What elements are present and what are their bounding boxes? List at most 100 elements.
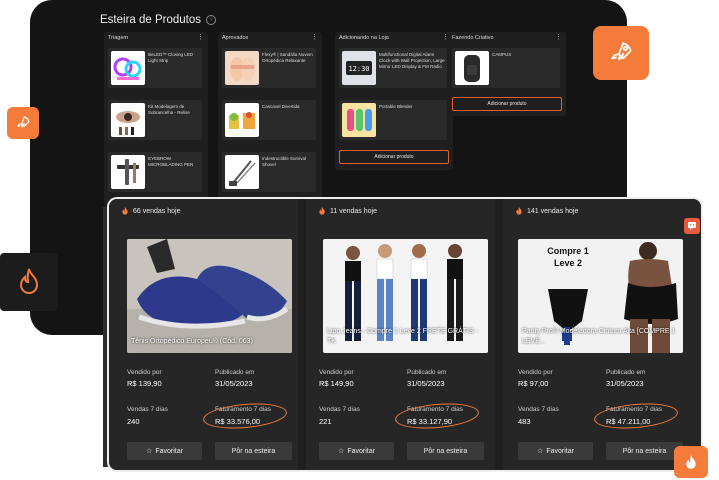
card-title: Multifunctional Digital Alarm Clock with… <box>379 52 445 69</box>
column-title: Triagem <box>108 35 128 41</box>
column-header: Triagem ⋮ <box>108 34 204 41</box>
board-card[interactable]: Indestructible Survival Shovel <box>222 152 316 192</box>
card-title: EYEBROW MICROBLADING PEN <box>148 156 194 167</box>
chat-button[interactable] <box>684 218 700 234</box>
sales-today: 66 vendas hoje <box>121 206 180 216</box>
info-icon[interactable]: i <box>206 15 217 25</box>
column-aprovados: Aprovados ⋮ Flexy® | Sandália Nuvem Orto… <box>218 32 322 212</box>
product-image[interactable]: Lipo Jeans - Compre 1 Leve 2 FRETE GRÁTI… <box>323 239 488 353</box>
product-window: 66 vendas hoje Tênis Ortopédico Europeu®… <box>109 199 701 470</box>
fire-icon <box>319 206 325 215</box>
product-card[interactable]: 66 vendas hoje Tênis Ortopédico Europeu®… <box>109 199 298 470</box>
product-name: Lipo Jeans - Compre 1 Leve 2 FRETE GRÁTI… <box>327 328 478 345</box>
product-thumbnail <box>111 51 145 85</box>
card-title: Flexy® | Sandália Nuvem Ortopédica Relax… <box>262 52 313 63</box>
sales7-value: 221 <box>319 417 332 426</box>
card-title: Kit Modelagem de Sobrancelha - Relise <box>148 104 190 115</box>
fire-icon <box>122 206 128 215</box>
sales7-value: 240 <box>127 417 140 426</box>
sales-today: 11 vendas hoje <box>318 206 377 216</box>
published-value: 31/05/2023 <box>606 379 644 388</box>
sales7-label: Vendas 7 dias <box>127 406 168 413</box>
favorite-label: Favoritar <box>347 447 375 455</box>
rocket-icon <box>611 42 632 61</box>
column-fazendo-criativo: Fazendo Criativo ⋮ CAMPUS Adicionar prod… <box>448 32 566 116</box>
board-title-text: Esteira de Produtos <box>100 14 202 26</box>
favorite-button[interactable]: ☆ Favoritar <box>127 442 202 460</box>
sold-by-label: Vendido por <box>518 369 553 376</box>
board-card[interactable]: 12:30 Multifunctional Digital Alarm Cloc… <box>339 48 447 88</box>
star-icon: ☆ <box>338 448 345 455</box>
card-title: BeLED™ Closing LED Light Strip <box>148 52 194 63</box>
kebab-icon[interactable]: ⋮ <box>555 34 562 41</box>
product-image[interactable]: Compre 1 Leve 2 Panty Pro® Modeladora Ci… <box>518 239 683 353</box>
published-label: Publicado em <box>407 369 447 376</box>
product-card[interactable]: 141 vendas hoje Compre 1 Leve 2 Panty Pr… <box>503 199 701 470</box>
fire-icon <box>686 454 696 469</box>
column-triagem: Triagem ⋮ BeLED™ Closing LED Light Strip… <box>104 32 208 212</box>
column-adicionando: Adicionando na Loja ⋮ 12:30 Multifunctio… <box>335 32 453 170</box>
product-thumbnail <box>225 155 259 189</box>
rocket-badge <box>593 26 649 80</box>
product-thumbnail <box>455 51 489 85</box>
column-title: Aprovados <box>222 35 249 41</box>
product-thumbnail: 12:30 <box>342 51 376 85</box>
kebab-icon[interactable]: ⋮ <box>311 34 318 41</box>
kebab-icon[interactable]: ⋮ <box>197 34 204 41</box>
sold-by-label: Vendido por <box>127 369 162 376</box>
column-header: Aprovados ⋮ <box>222 34 318 41</box>
column-header: Fazendo Criativo ⋮ <box>452 34 562 41</box>
board-card[interactable]: Kit Modelagem de Sobrancelha - Relise <box>108 100 202 140</box>
product-thumbnail <box>342 103 376 137</box>
add-to-belt-button[interactable]: Pôr na esteira <box>606 442 683 460</box>
column-title: Fazendo Criativo <box>452 35 494 41</box>
sales-today-text: 11 vendas hoje <box>330 207 377 215</box>
rocket-icon <box>17 116 30 128</box>
star-icon: ☆ <box>146 448 153 455</box>
image-promo-text: Compre 1 Leve 2 <box>547 246 589 268</box>
star-icon: ☆ <box>537 448 544 455</box>
product-image[interactable]: Tênis Ortopédico Europeu® (Cód. 063) <box>127 239 292 353</box>
add-to-belt-button[interactable]: Pôr na esteira <box>215 442 292 460</box>
sales-today-text: 66 vendas hoje <box>133 207 181 215</box>
favorite-label: Favoritar <box>155 447 183 455</box>
favorite-button[interactable]: ☆ Favoritar <box>518 442 593 460</box>
product-thumbnail <box>225 51 259 85</box>
product-thumbnail <box>111 103 145 137</box>
board-card[interactable]: Flexy® | Sandália Nuvem Ortopédica Relax… <box>222 48 316 88</box>
add-to-belt-button[interactable]: Pôr na esteira <box>407 442 484 460</box>
card-title: Portable Blender <box>379 104 413 109</box>
board-card[interactable]: EYEBROW MICROBLADING PEN <box>108 152 202 192</box>
sales-today: 141 vendas hoje <box>515 206 578 216</box>
published-value: 31/05/2023 <box>215 379 253 388</box>
card-title: Cascavel Divertida <box>262 104 300 109</box>
product-card[interactable]: 11 vendas hoje Lipo Jeans - Compre 1 Lev… <box>306 199 495 470</box>
column-header: Adicionando na Loja ⋮ <box>339 34 449 41</box>
add-product-button[interactable]: Adicionar produto <box>452 97 562 111</box>
sales7-label: Vendas 7 dias <box>319 406 360 413</box>
rocket-badge-small <box>7 107 39 139</box>
product-name: Tênis Ortopédico Europeu® (Cód. 063) <box>131 338 253 345</box>
sold-by-label: Vendido por <box>319 369 354 376</box>
add-product-button[interactable]: Adicionar produto <box>339 150 449 164</box>
sold-by-value: R$ 139,90 <box>127 379 162 388</box>
fire-badge-small <box>674 446 708 478</box>
chat-icon <box>688 222 696 230</box>
board-card[interactable]: Portable Blender <box>339 100 447 140</box>
card-title: CAMPUS <box>492 52 512 57</box>
sales-today-text: 141 vendas hoje <box>527 207 579 215</box>
card-title: Indestructible Survival Shovel <box>262 156 307 167</box>
board-card[interactable]: Cascavel Divertida <box>222 100 316 140</box>
favorite-button[interactable]: ☆ Favoritar <box>319 442 394 460</box>
product-thumbnail <box>111 155 145 189</box>
board-card[interactable]: CAMPUS <box>452 48 560 88</box>
sold-by-value: R$ 149,90 <box>319 379 354 388</box>
board-card[interactable]: BeLED™ Closing LED Light Strip <box>108 48 202 88</box>
published-label: Publicado em <box>215 369 255 376</box>
product-name: Panty Pro® Modeladora Cintura Alta [COMP… <box>522 328 676 345</box>
svg-text:12:30: 12:30 <box>348 65 369 73</box>
fire-icon <box>516 206 522 215</box>
published-label: Publicado em <box>606 369 646 376</box>
sales7-label: Vendas 7 dias <box>518 406 559 413</box>
sold-by-value: R$ 97,00 <box>518 379 549 388</box>
